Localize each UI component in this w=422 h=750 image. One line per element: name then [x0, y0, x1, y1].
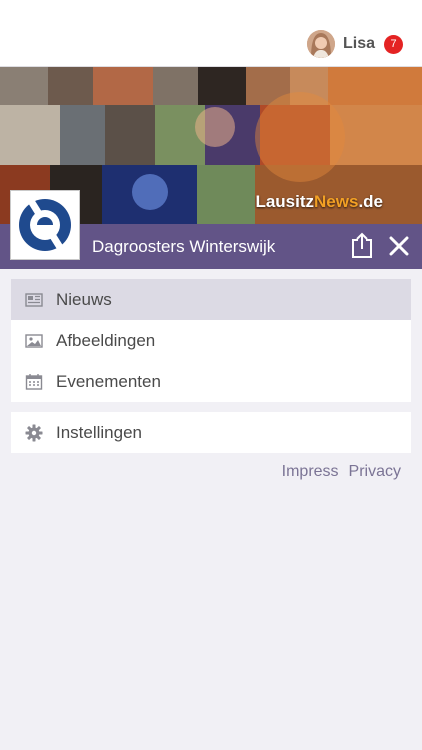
calendar-icon [25, 373, 43, 390]
menu-item-afbeeldingen[interactable]: Afbeeldingen [11, 320, 411, 361]
brand-suffix: .de [358, 192, 383, 211]
menu-label: Nieuws [56, 289, 112, 309]
menu-item-evenementen[interactable]: Evenementen [11, 361, 411, 402]
channel-logo [10, 190, 80, 260]
gear-icon [25, 424, 43, 441]
menu-label: Afbeeldingen [56, 330, 156, 350]
menu-item-nieuws[interactable]: Nieuws [11, 279, 411, 320]
top-bar: Lisa 7 [0, 0, 422, 67]
brand-name: Lausitz [255, 192, 315, 211]
impress-link[interactable]: Impress [282, 463, 339, 481]
menu-label: Evenementen [56, 371, 161, 391]
close-icon[interactable] [389, 236, 409, 256]
user-profile[interactable]: Lisa 7 [306, 29, 403, 59]
notification-badge[interactable]: 7 [384, 34, 403, 54]
brand-accent: News [314, 192, 359, 211]
user-name[interactable]: Lisa [343, 35, 375, 53]
image-icon [25, 333, 43, 348]
menu-item-instellingen[interactable]: Instellingen [11, 412, 411, 453]
channel-logo-icon [19, 199, 71, 251]
brand-watermark: LausitzNews.de [255, 192, 383, 212]
settings-menu: Instellingen [11, 412, 411, 453]
avatar-image [306, 30, 335, 58]
footer-links: Impress Privacy [282, 463, 401, 481]
privacy-link[interactable]: Privacy [349, 463, 401, 481]
menu-label: Instellingen [56, 422, 143, 442]
main-menu: Nieuws Afbeeldingen Evenementen [11, 279, 411, 402]
newspaper-icon [25, 292, 43, 307]
channel-title: Dagroosters Winterswijk [92, 237, 276, 256]
share-icon[interactable] [350, 232, 374, 258]
avatar[interactable] [306, 30, 335, 58]
